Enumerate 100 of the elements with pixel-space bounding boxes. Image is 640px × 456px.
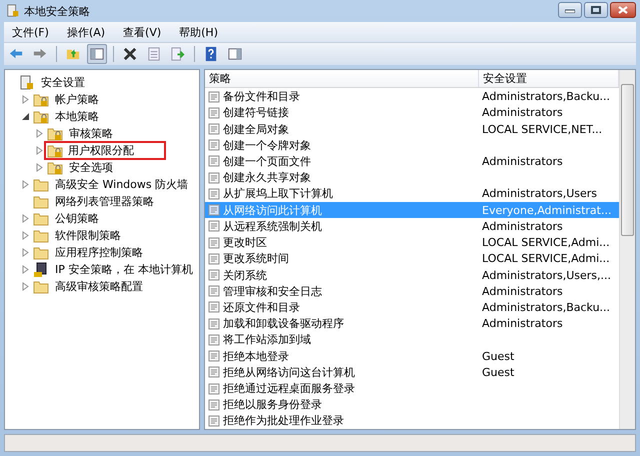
policy-icon [208, 382, 220, 395]
window-title: 本地安全策略 [24, 4, 90, 18]
policy-icon [208, 204, 220, 216]
policy-row[interactable]: 还原文件和目录 Administrators,Backu... [205, 299, 619, 316]
tree-item[interactable]: 审核策略 [66, 125, 116, 142]
policy-row[interactable]: 创建符号链接 Administrators [205, 104, 619, 121]
collapse-arrow-icon[interactable] [21, 112, 30, 121]
policy-row[interactable]: 拒绝从网络访问这台计算机 Guest [205, 364, 619, 380]
policy-row[interactable]: 更改系统时间 LOCAL SERVICE,Admi... [205, 250, 619, 267]
policy-row[interactable]: 拒绝以服务身份登录 [205, 396, 619, 413]
expand-arrow-icon[interactable] [21, 282, 30, 291]
minimize-icon [565, 7, 575, 13]
tree-pane-icon [89, 46, 105, 62]
menu-item[interactable]: 操作(A) [66, 24, 106, 40]
locked-folder-icon [47, 160, 63, 174]
tree-item[interactable]: 公钥策略 [52, 210, 102, 227]
policy-icon [208, 414, 220, 427]
policy-row[interactable]: 关闭系统 Administrators,Users,... [205, 266, 619, 284]
tree-item[interactable]: 应用程序控制策略 [52, 244, 146, 261]
policy-name: 从扩展坞上取下计算机 [223, 186, 333, 202]
expand-arrow-icon[interactable] [21, 265, 30, 274]
policy-name: 管理审核和安全日志 [223, 284, 322, 299]
tree-item[interactable]: IP 安全策略，在 本地计算机 [52, 261, 196, 278]
security-setting: LOCAL SERVICE,Admi... [482, 252, 610, 266]
scrollbar[interactable] [619, 70, 635, 429]
tree-item[interactable]: 安全选项 [66, 159, 116, 176]
minimize-button[interactable] [558, 2, 582, 18]
expand-arrow-icon[interactable] [21, 214, 30, 223]
policy-name: 从远程系统强制关机 [223, 218, 322, 234]
policy-row[interactable]: 从远程系统强制关机 Administrators [205, 218, 619, 234]
tree-item[interactable]: 用户权限分配 [44, 141, 166, 160]
policy-name: 将工作站添加到域 [223, 332, 311, 348]
close-icon [618, 6, 628, 14]
policy-row[interactable]: 拒绝通过远程桌面服务登录 [205, 380, 619, 397]
maximize-icon [591, 6, 601, 14]
policy-icon [208, 172, 220, 184]
expand-arrow-icon[interactable] [21, 231, 30, 240]
policy-name: 创建一个页面文件 [223, 154, 311, 169]
policy-icon [208, 155, 220, 168]
tree-item[interactable]: 安全设置 [38, 74, 88, 91]
policy-row[interactable]: 创建一个令牌对象 [205, 137, 619, 154]
close-button[interactable] [610, 2, 636, 18]
locked-folder-icon [33, 110, 49, 124]
policy-name: 加载和卸载设备驱动程序 [223, 316, 344, 332]
policy-row[interactable]: 更改时区 LOCAL SERVICE,Admi... [205, 234, 619, 251]
security-setting: LOCAL SERVICE,Admi... [482, 236, 610, 250]
maximize-button[interactable] [584, 2, 608, 18]
expand-arrow-icon[interactable] [35, 129, 44, 138]
expand-arrow-icon[interactable] [21, 180, 30, 189]
policy-icon [208, 269, 220, 281]
document-icon [146, 46, 162, 62]
menu-item[interactable]: 帮助(H) [179, 24, 218, 40]
policy-row[interactable]: 加载和卸载设备驱动程序 Administrators [205, 316, 619, 332]
tree-item[interactable]: 帐户策略 [52, 91, 102, 108]
tree-item[interactable]: 高级安全 Windows 防火墙 [52, 176, 192, 193]
policy-icon [208, 334, 220, 346]
policy-name: 备份文件和目录 [223, 89, 300, 104]
tree-item[interactable]: 网络列表管理器策略 [52, 193, 157, 210]
policy-name: 拒绝作为批处理作业登录 [223, 413, 344, 428]
policy-name: 更改时区 [223, 235, 267, 250]
policy-icon [208, 90, 220, 103]
security-setting: Administrators [482, 220, 563, 233]
expand-arrow-icon[interactable] [21, 95, 30, 104]
menu-item[interactable]: 文件(F) [12, 24, 49, 40]
security-settings-icon [19, 74, 35, 90]
policy-row[interactable]: 创建永久共享对象 [205, 170, 619, 186]
security-setting: Guest [482, 350, 514, 363]
help-icon [203, 46, 219, 62]
security-setting: Administrators,Users,... [482, 268, 612, 282]
expand-arrow-icon[interactable] [35, 163, 44, 172]
policy-row[interactable]: 创建一个页面文件 Administrators [205, 153, 619, 170]
tree-item[interactable]: 软件限制策略 [52, 227, 124, 244]
policy-row[interactable]: 备份文件和目录 Administrators,Backu... [205, 88, 619, 105]
tree-button[interactable] [87, 44, 107, 64]
menu-item[interactable]: 查看(V) [123, 24, 162, 40]
policy-icon [208, 139, 220, 152]
policy-row[interactable]: 管理审核和安全日志 Administrators [205, 283, 619, 300]
policy-name: 创建符号链接 [223, 105, 289, 120]
folder-icon [33, 212, 49, 226]
expand-arrow-icon[interactable] [21, 248, 30, 257]
folder-icon [33, 246, 49, 260]
policy-row[interactable]: 创建全局对象 LOCAL SERVICE,NET... [205, 120, 619, 138]
policy-row[interactable]: 将工作站添加到域 [205, 332, 619, 348]
tree-item[interactable]: 本地策略 [52, 108, 102, 125]
expand-arrow-icon[interactable] [35, 146, 44, 155]
security-setting: Administrators,Users [482, 187, 598, 200]
policy-name: 拒绝本地登录 [223, 348, 289, 364]
column-header[interactable]: 策略 [205, 70, 479, 88]
policy-name: 创建一个令牌对象 [223, 138, 311, 153]
tree-item[interactable]: 高级审核策略配置 [52, 278, 146, 295]
policy-icon [208, 285, 220, 298]
policy-icon [208, 123, 220, 136]
policy-row[interactable]: 拒绝本地登录 Guest [205, 348, 619, 364]
policy-row[interactable]: 从扩展坞上取下计算机 Administrators,Users [205, 186, 619, 202]
locked-folder-icon [47, 126, 63, 140]
policy-icon [208, 318, 220, 330]
folder-icon [33, 194, 49, 208]
policy-row[interactable]: 拒绝作为批处理作业登录 [205, 412, 619, 430]
policy-icon [208, 188, 220, 200]
policy-icon [208, 398, 220, 411]
